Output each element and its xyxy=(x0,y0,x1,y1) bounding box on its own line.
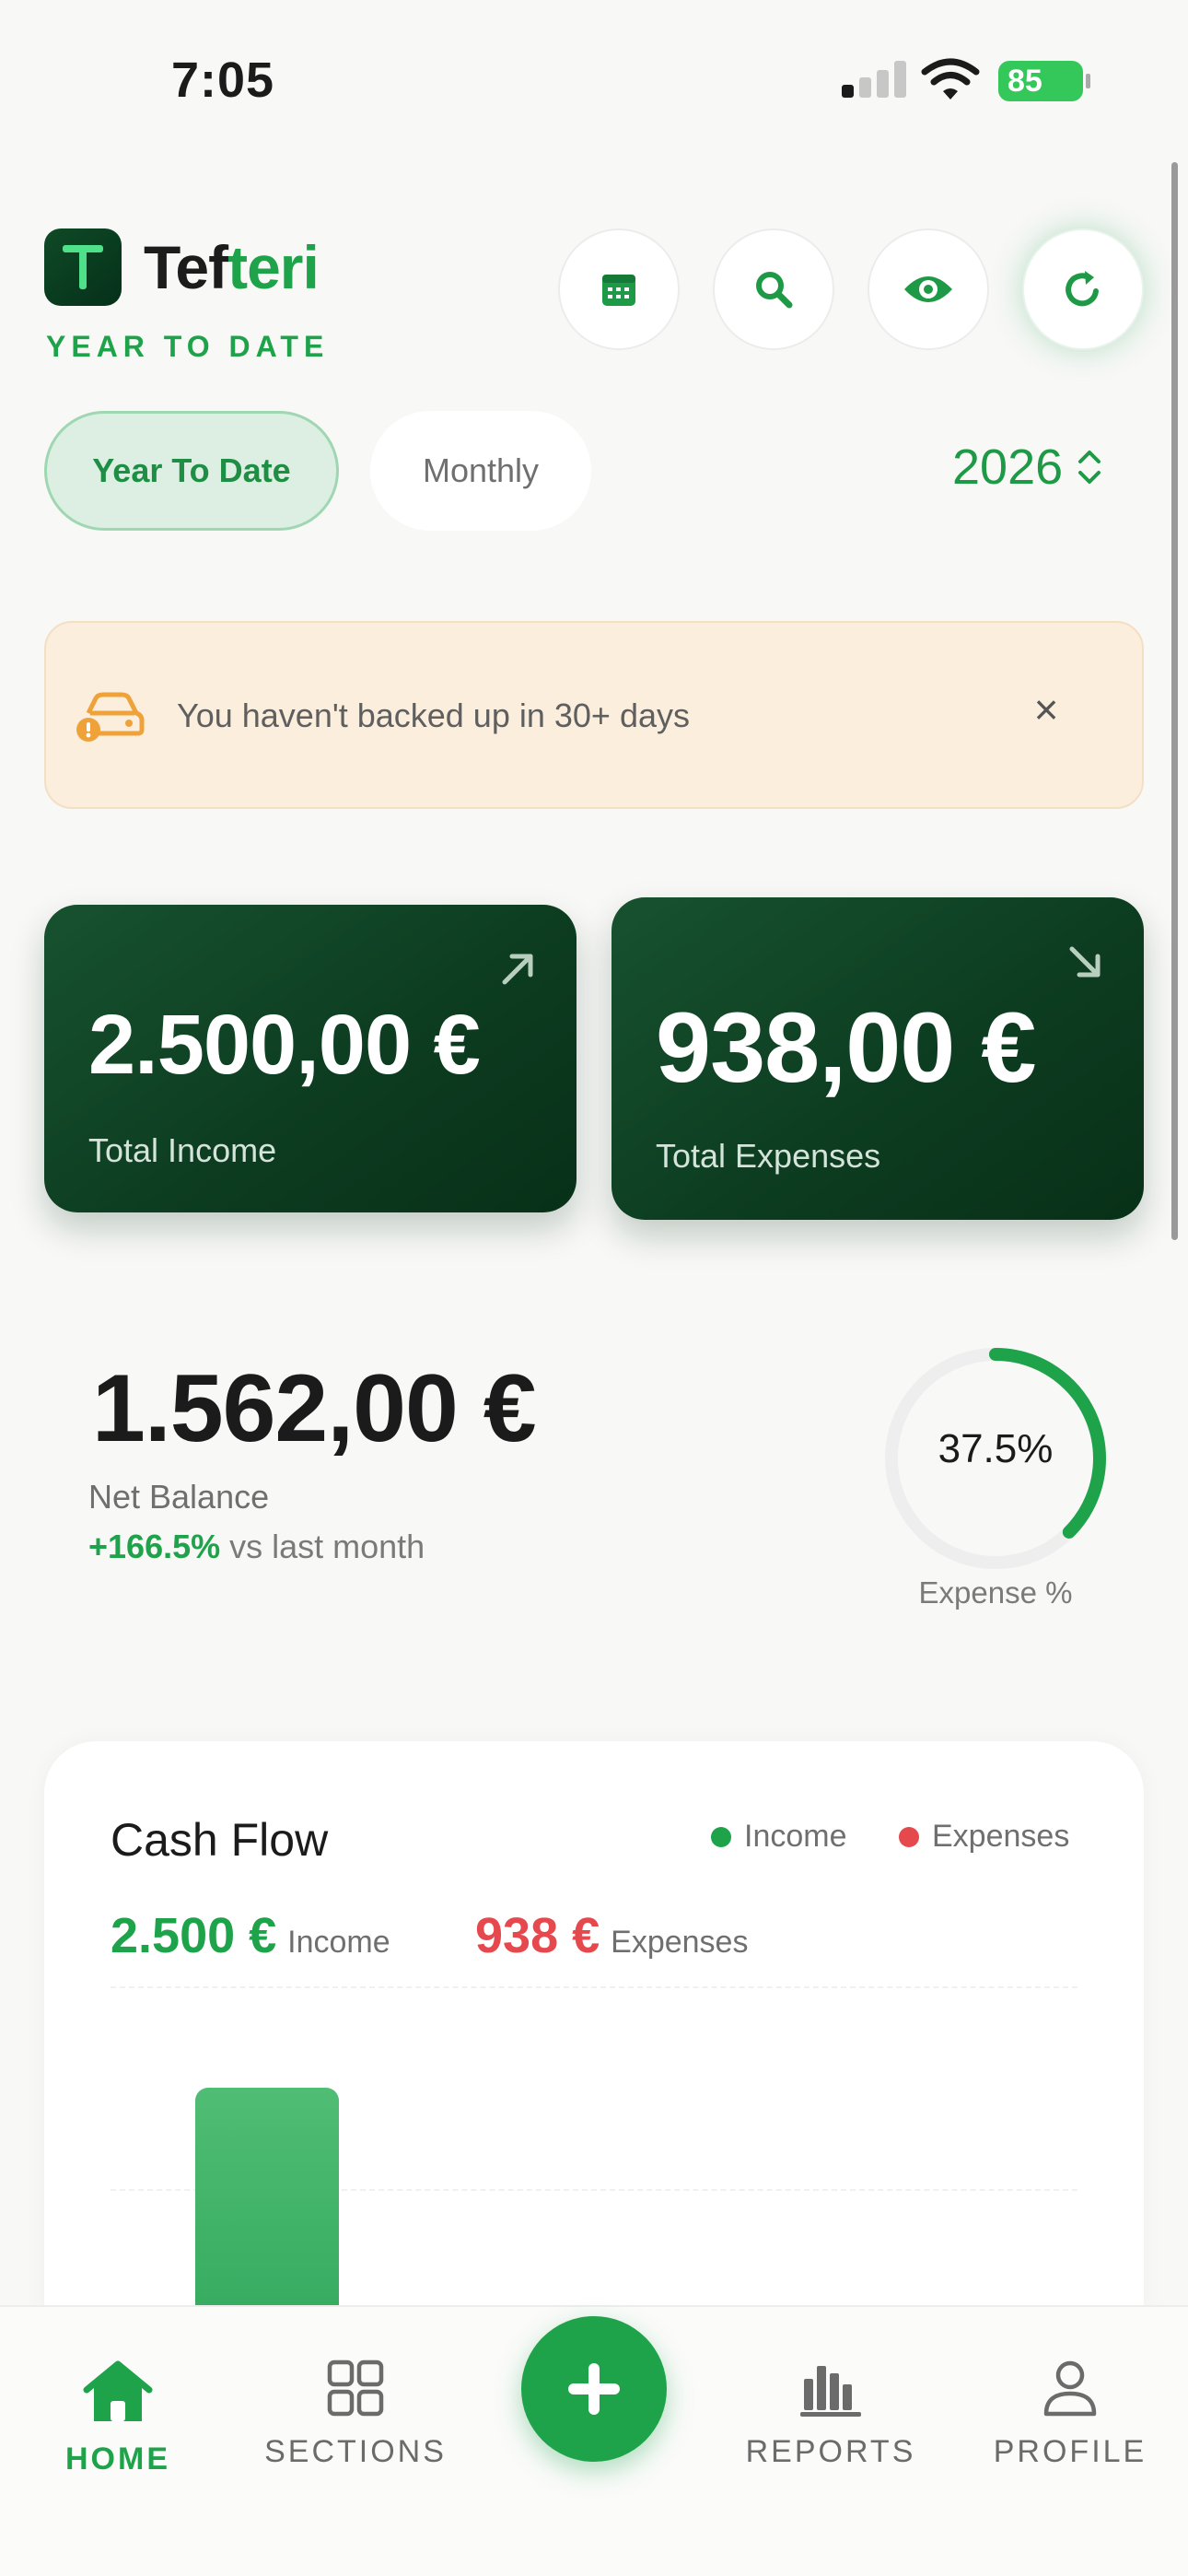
battery-level: 85 xyxy=(1007,64,1042,99)
net-change-suffix: vs last month xyxy=(220,1528,425,1565)
refresh-button[interactable] xyxy=(1022,228,1144,350)
add-transaction-button[interactable] xyxy=(521,2316,667,2462)
legend-expenses: Expenses xyxy=(899,1819,1069,1855)
backup-reminder-text: You haven't backed up in 30+ days xyxy=(177,697,690,734)
calendar-button[interactable] xyxy=(558,228,680,350)
total-income-amount: 2.500,00 € xyxy=(88,998,481,1092)
scrollbar[interactable] xyxy=(1171,162,1178,1240)
backup-warning-icon xyxy=(76,689,146,744)
total-income-label: Total Income xyxy=(88,1131,277,1169)
person-icon xyxy=(1043,2360,1097,2417)
app-logo xyxy=(44,228,122,306)
net-balance-change: +166.5% vs last month xyxy=(88,1528,425,1566)
arrow-up-right-icon xyxy=(502,954,533,985)
battery-indicator: 85 xyxy=(998,61,1090,101)
nav-home-label: HOME xyxy=(65,2441,170,2476)
nav-profile-label: PROFILE xyxy=(993,2434,1147,2469)
year-value: 2026 xyxy=(952,439,1064,495)
app-title: Tefteri xyxy=(144,232,320,302)
nav-reports-label: REPORTS xyxy=(745,2434,916,2469)
net-change-percent: +166.5% xyxy=(88,1528,221,1565)
eye-icon xyxy=(904,276,952,302)
income-summary-value: 2.500 € xyxy=(111,1908,277,1963)
app-title-suffix: teri xyxy=(227,233,320,301)
calendar-icon xyxy=(602,275,635,306)
legend-expenses-label: Expenses xyxy=(932,1819,1070,1854)
nav-sections-label: SECTIONS xyxy=(264,2434,447,2469)
chevron-up-down-icon xyxy=(1078,451,1101,484)
status-time: 7:05 xyxy=(171,53,275,108)
net-balance-amount: 1.562,00 € xyxy=(92,1355,537,1462)
cellular-signal-icon xyxy=(842,61,906,98)
plus-icon xyxy=(568,2363,620,2415)
home-icon xyxy=(83,2360,153,2421)
cash-flow-card: Cash Flow Income Expenses 2.500 € Income… xyxy=(44,1741,1144,2392)
expenses-summary-value: 938 € xyxy=(475,1908,600,1963)
tab-year-to-date[interactable]: Year To Date xyxy=(44,411,339,531)
expense-percent-value: 37.5% xyxy=(938,1426,1054,1471)
page-subtitle: YEAR TO DATE xyxy=(46,330,330,363)
total-expenses-amount: 938,00 € xyxy=(656,991,1036,1103)
grid-icon xyxy=(327,2359,384,2417)
income-summary: 2.500 € Income xyxy=(111,1907,390,1964)
total-income-card[interactable]: 2.500,00 € Total Income xyxy=(44,905,577,1212)
expenses-summary-label: Expenses xyxy=(611,1925,749,1960)
total-expenses-card[interactable]: 938,00 € Total Expenses xyxy=(611,897,1144,1220)
net-balance-label: Net Balance xyxy=(88,1478,270,1516)
legend-income-label: Income xyxy=(744,1819,847,1854)
bar-chart-icon xyxy=(800,2366,861,2417)
close-icon[interactable]: × xyxy=(1026,685,1066,733)
nav-reports[interactable]: REPORTS xyxy=(729,2359,932,2470)
legend-expenses-dot xyxy=(899,1826,919,1847)
year-selector[interactable]: 2026 xyxy=(952,439,1103,496)
wifi-icon xyxy=(921,57,980,101)
backup-reminder-banner: You haven't backed up in 30+ days × xyxy=(44,621,1144,809)
search-button[interactable] xyxy=(713,228,834,350)
total-expenses-label: Total Expenses xyxy=(656,1137,881,1175)
nav-home[interactable]: HOME xyxy=(17,2359,219,2477)
legend-income: Income xyxy=(711,1819,847,1855)
nav-profile[interactable]: PROFILE xyxy=(969,2359,1171,2470)
chart-gridline xyxy=(111,1986,1077,1988)
arrow-down-right-icon xyxy=(1069,946,1101,978)
tab-monthly[interactable]: Monthly xyxy=(370,411,591,531)
income-summary-label: Income xyxy=(287,1925,390,1960)
visibility-toggle-button[interactable] xyxy=(868,228,989,350)
expenses-summary: 938 € Expenses xyxy=(475,1907,748,1964)
app-title-prefix: Tef xyxy=(144,233,228,301)
nav-sections[interactable]: SECTIONS xyxy=(254,2359,457,2470)
legend-income-dot xyxy=(711,1826,731,1847)
search-icon xyxy=(756,272,793,309)
cash-flow-title: Cash Flow xyxy=(111,1814,329,1866)
expense-percent-label: Expense % xyxy=(918,1575,1073,1610)
refresh-icon xyxy=(1066,271,1099,307)
